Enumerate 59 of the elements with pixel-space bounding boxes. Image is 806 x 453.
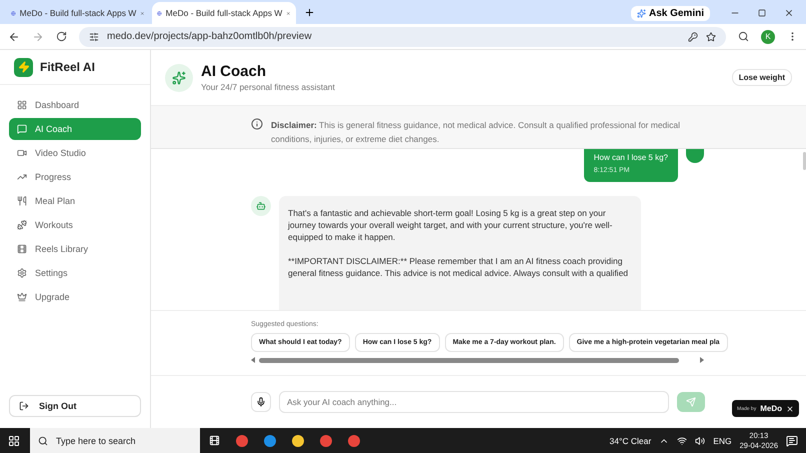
site-settings-icon[interactable]: [89, 32, 99, 42]
page-title: AI Coach: [201, 63, 268, 80]
grid-icon: [17, 100, 27, 110]
message-input[interactable]: Ask your AI coach anything...: [279, 391, 669, 413]
microphone-button[interactable]: [251, 392, 271, 412]
back-icon[interactable]: [8, 30, 20, 42]
taskbar-search-field[interactable]: Type here to search: [30, 428, 200, 453]
trend-icon: [17, 172, 27, 182]
sidebar-item[interactable]: Dashboard: [9, 94, 141, 116]
dumbbell-icon: [17, 220, 27, 230]
profile-avatar[interactable]: K: [761, 30, 775, 44]
close-icon[interactable]: [784, 8, 794, 18]
utensils-icon: [17, 196, 27, 206]
microphone-icon: [256, 397, 266, 407]
brand-name: FitReel AI: [40, 60, 95, 74]
maximize-icon[interactable]: [758, 9, 766, 17]
page-subtitle: Your 24/7 personal fitness assistant: [201, 82, 336, 92]
sidebar-item[interactable]: Settings: [9, 262, 141, 284]
reload-icon[interactable]: [56, 31, 67, 42]
ask-gemini-button[interactable]: Ask Gemini: [630, 6, 710, 21]
search-icon: [38, 436, 48, 446]
url-text[interactable]: medo.dev/projects/app-bahz0omtlb0h/preview: [107, 31, 680, 42]
user-avatar: [686, 149, 704, 163]
sign-out-button[interactable]: Sign Out: [9, 395, 141, 417]
logout-icon: [19, 401, 29, 411]
sidebar-item[interactable]: Reels Library: [9, 238, 141, 260]
browser-tab[interactable]: MeDo - Build full-stack Apps W: [152, 2, 296, 24]
language-text[interactable]: ENG: [713, 436, 732, 446]
new-tab-icon[interactable]: [304, 7, 315, 18]
volume-icon[interactable]: [695, 436, 706, 446]
sparkles-icon: [165, 64, 193, 92]
badge-brand: MeDo: [760, 404, 782, 413]
disclaimer-text: Disclaimer: This is general fitness guidance, not medical advice. Consult a qualified professional for medical conditions, injuries, or extreme diet changes.: [271, 119, 681, 146]
sparkle-icon: [636, 9, 646, 18]
chat-icon: [17, 124, 27, 134]
lightning-logo-icon: [14, 58, 33, 76]
sidebar-item[interactable]: Progress: [9, 166, 141, 188]
close-icon[interactable]: [786, 404, 794, 412]
wifi-icon[interactable]: [677, 436, 688, 446]
crown-icon: [17, 292, 27, 302]
sidebar-item[interactable]: Workouts: [9, 214, 141, 236]
notification-icon[interactable]: [786, 434, 798, 446]
key-icon[interactable]: [688, 32, 698, 42]
sidebar-item[interactable]: Meal Plan: [9, 190, 141, 212]
info-icon: [251, 118, 263, 130]
assistant-message: That's a fantastic and achievable short-term goal! Losing 5 kg is a great step on your journey towards your overall weight target, and with your current structure, you're well-equipped to make it happen. **IMPORTANT DISCLAIMER:** Please remember that I am an AI fitness coach providing general fitness guidance. This advice is not medical advice. Always consult with a qualified: [279, 196, 641, 310]
sidebar-item[interactable]: Upgrade: [9, 286, 141, 308]
film-icon: [17, 244, 27, 254]
goal-tag: Lose weight: [732, 69, 792, 86]
settings-icon: [17, 268, 27, 278]
video-camera-icon: [17, 148, 27, 158]
sidebar-item[interactable]: Video Studio: [9, 142, 141, 164]
send-icon: [686, 397, 696, 407]
browser-tab[interactable]: MeDo - Build full-stack Apps W: [6, 2, 150, 24]
weather-text: 34°C Clear: [610, 436, 652, 446]
address-bar[interactable]: medo.dev/projects/app-bahz0omtlb0h/preview: [79, 26, 726, 46]
star-icon[interactable]: [706, 32, 716, 42]
tab-search-icon[interactable]: [738, 31, 749, 42]
bot-icon: [251, 196, 271, 216]
